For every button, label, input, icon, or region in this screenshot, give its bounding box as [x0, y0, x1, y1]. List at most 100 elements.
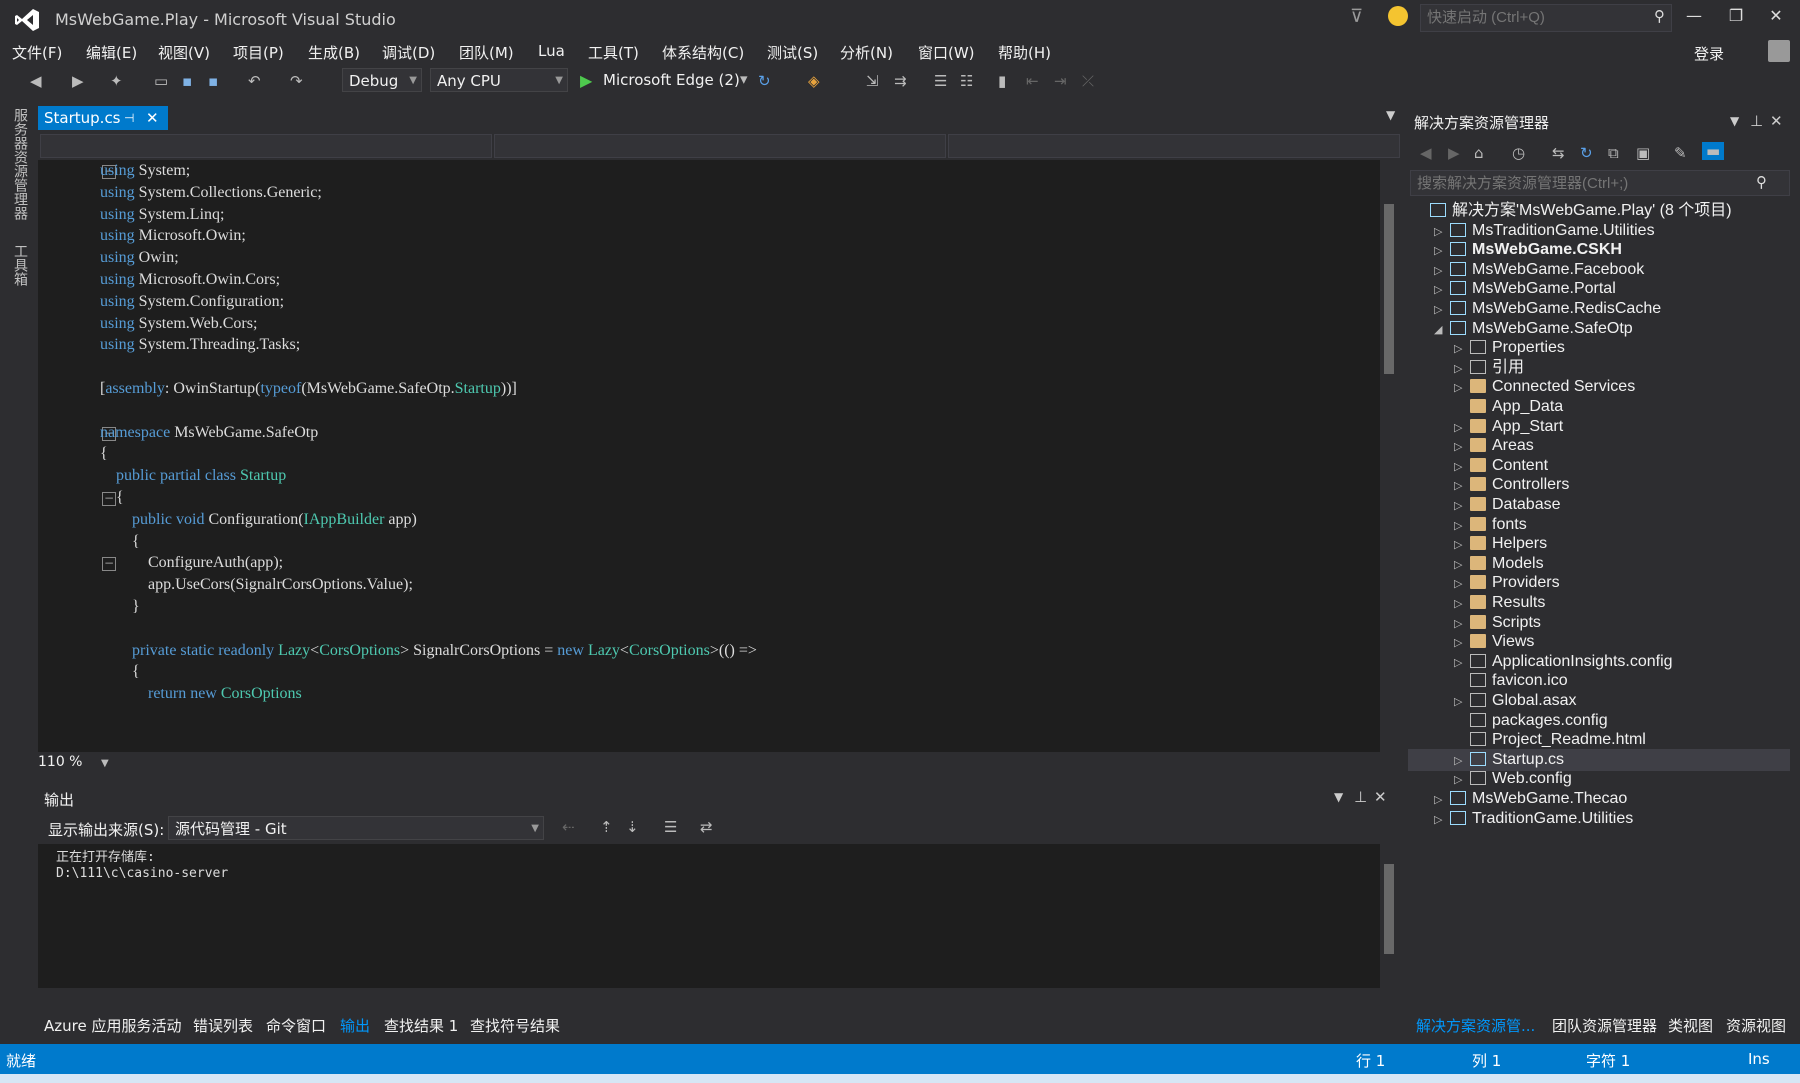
- notification-filter-icon[interactable]: ⊽: [1350, 6, 1363, 27]
- toolbox-tab[interactable]: 工具箱: [10, 244, 30, 286]
- menu-view[interactable]: 视图(V): [158, 42, 210, 63]
- tab-startup-cs[interactable]: Startup.cs ⊣ ✕: [38, 106, 168, 130]
- undo-icon[interactable]: ↶: [248, 72, 261, 90]
- menu-window[interactable]: 窗口(W): [918, 42, 975, 63]
- refresh-browser-icon[interactable]: ↻: [758, 72, 771, 90]
- minimize-button[interactable]: —: [1676, 6, 1712, 30]
- start-debugging-button[interactable]: Microsoft Edge (2): [603, 71, 740, 89]
- scrollbar-thumb[interactable]: [1384, 204, 1394, 374]
- code-editor[interactable]: − − − − using System; using System.Collec…: [38, 160, 1384, 752]
- login-link[interactable]: 登录: [1694, 43, 1724, 64]
- toggle-word-wrap-icon[interactable]: ⇄: [700, 818, 713, 836]
- editor-horizontal-scrollbar[interactable]: [120, 756, 1382, 772]
- scrollbar-thumb[interactable]: [1384, 864, 1394, 954]
- find-message-icon[interactable]: ⇠: [562, 818, 575, 836]
- type-scope-combo[interactable]: [494, 134, 946, 158]
- forward-icon[interactable]: ▶: [1448, 144, 1460, 162]
- output-vertical-scrollbar[interactable]: [1380, 844, 1398, 988]
- restore-button[interactable]: ❐: [1718, 6, 1754, 30]
- pending-changes-icon[interactable]: ◷: [1512, 144, 1525, 162]
- preview-selected-icon[interactable]: ▬: [1702, 142, 1725, 160]
- tab-error-list[interactable]: 错误列表: [193, 1015, 253, 1036]
- menu-test[interactable]: 测试(S): [767, 42, 818, 63]
- outdent-icon[interactable]: ☷: [960, 72, 973, 90]
- tab-solution-explorer[interactable]: 解决方案资源管...: [1416, 1015, 1535, 1036]
- navigate-forward-icon[interactable]: ▶: [72, 72, 84, 90]
- open-file-icon[interactable]: ▭: [154, 72, 168, 90]
- run-target-dropdown-icon[interactable]: ▾: [740, 70, 748, 88]
- indent-icon[interactable]: ☰: [934, 72, 947, 90]
- project-scope-combo[interactable]: [40, 134, 492, 158]
- start-debugging-icon[interactable]: ▶: [580, 71, 592, 90]
- refresh-icon[interactable]: ↻: [1580, 144, 1593, 162]
- next-message-icon[interactable]: ⇣: [626, 818, 639, 836]
- navigate-back-icon[interactable]: ◀: [30, 72, 42, 90]
- properties-wrench-icon[interactable]: ✎: [1674, 144, 1687, 162]
- output-source-combo[interactable]: 源代码管理 - Git ▼: [168, 816, 544, 840]
- menu-project[interactable]: 项目(P): [233, 42, 284, 63]
- menu-tools[interactable]: 工具(T): [588, 42, 639, 63]
- bookmark-icon[interactable]: ▮: [998, 72, 1006, 90]
- tab-command-window[interactable]: 命令窗口: [266, 1015, 326, 1036]
- menu-team[interactable]: 团队(M): [459, 42, 514, 63]
- close-tab-icon[interactable]: ✕: [146, 106, 159, 130]
- menu-lua[interactable]: Lua: [538, 42, 565, 60]
- close-window-button[interactable]: ✕: [1758, 6, 1794, 30]
- solution-search-box[interactable]: ⚲: [1410, 170, 1790, 196]
- new-project-icon[interactable]: ✦: [110, 72, 123, 90]
- tab-team-explorer[interactable]: 团队资源管理器: [1552, 1015, 1657, 1036]
- quick-launch-input[interactable]: [1421, 5, 1643, 29]
- menu-build[interactable]: 生成(B): [308, 42, 360, 63]
- tab-class-view[interactable]: 类视图: [1668, 1015, 1713, 1036]
- quick-launch-box[interactable]: ⚲: [1420, 4, 1672, 32]
- solution-configuration-combo[interactable]: Debug ▼: [342, 68, 422, 92]
- zoom-level-combo[interactable]: 110 % ▼: [38, 754, 116, 774]
- save-all-icon[interactable]: ▪: [208, 72, 218, 90]
- browser-link-icon[interactable]: ◈: [808, 72, 820, 90]
- home-icon[interactable]: ⌂: [1474, 144, 1484, 162]
- collapse-all-icon[interactable]: ⧉: [1608, 144, 1619, 162]
- pin-icon[interactable]: ⊥: [1354, 788, 1367, 806]
- show-all-files-icon[interactable]: ▣: [1636, 144, 1650, 162]
- step-into-icon[interactable]: ⇲: [866, 72, 879, 90]
- pin-icon[interactable]: ⊥: [1750, 112, 1763, 130]
- previous-message-icon[interactable]: ⇡: [600, 818, 613, 836]
- back-icon[interactable]: ◀: [1420, 144, 1432, 162]
- editor-vertical-scrollbar[interactable]: [1380, 160, 1398, 752]
- menu-edit[interactable]: 编辑(E): [86, 42, 137, 63]
- redo-icon[interactable]: ↷: [290, 72, 303, 90]
- server-explorer-tab[interactable]: 服务器资源管理器: [10, 108, 30, 220]
- menu-file[interactable]: 文件(F): [12, 42, 62, 63]
- user-avatar-icon[interactable]: [1768, 40, 1790, 62]
- panel-menu-icon[interactable]: ▼: [1730, 114, 1739, 128]
- file-icon: [1470, 771, 1486, 786]
- save-icon[interactable]: ▪: [182, 72, 192, 90]
- tab-resource-view[interactable]: 资源视图: [1726, 1015, 1786, 1036]
- solution-search-input[interactable]: [1411, 171, 1753, 195]
- member-scope-combo[interactable]: [948, 134, 1400, 158]
- sync-icon[interactable]: ⇆: [1552, 144, 1565, 162]
- menu-architecture[interactable]: 体系结构(C): [662, 42, 744, 63]
- feedback-smiley-icon[interactable]: [1388, 6, 1408, 26]
- panel-menu-icon[interactable]: ▼: [1334, 790, 1343, 804]
- tab-azure-app-service[interactable]: Azure 应用服务活动: [44, 1015, 181, 1036]
- previous-bookmark-icon[interactable]: ⇤: [1026, 72, 1039, 90]
- clear-all-icon[interactable]: ☰: [664, 818, 677, 836]
- tab-output[interactable]: 输出: [340, 1015, 370, 1036]
- menu-help[interactable]: 帮助(H): [998, 42, 1051, 63]
- solution-platform-combo[interactable]: Any CPU ▼: [430, 68, 568, 92]
- menu-debug[interactable]: 调试(D): [382, 42, 435, 63]
- next-bookmark-icon[interactable]: ⇥: [1054, 72, 1067, 90]
- step-over-icon[interactable]: ⇉: [894, 72, 907, 90]
- tree-item[interactable]: ▷ TraditionGame.Utilities: [1408, 808, 1790, 830]
- clear-bookmarks-icon[interactable]: ⤫: [1082, 72, 1094, 90]
- pin-icon[interactable]: ⊣: [124, 106, 134, 130]
- menu-analyze[interactable]: 分析(N): [840, 42, 893, 63]
- output-text-area[interactable]: 正在打开存储库: D:\111\c\casino-server: [38, 844, 1384, 988]
- expand-arrow-icon[interactable]: ▷: [1434, 809, 1450, 831]
- tab-find-results[interactable]: 查找结果 1: [384, 1015, 458, 1036]
- close-panel-icon[interactable]: ✕: [1374, 788, 1387, 806]
- tab-list-dropdown-icon[interactable]: ▼: [1386, 108, 1395, 122]
- tab-find-symbol-results[interactable]: 查找符号结果: [470, 1015, 560, 1036]
- close-panel-icon[interactable]: ✕: [1770, 112, 1783, 130]
